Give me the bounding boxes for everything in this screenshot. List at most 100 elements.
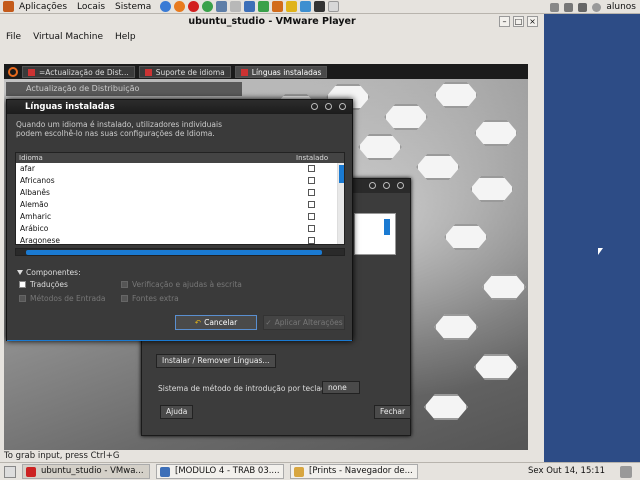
checkbox-label: Fontes extra <box>132 294 179 303</box>
editor-icon[interactable] <box>328 1 340 12</box>
user-name[interactable]: alunos <box>606 2 636 12</box>
close-icon[interactable] <box>339 103 346 110</box>
install-remove-languages-button[interactable]: Instalar / Remover Línguas... <box>156 354 276 368</box>
maximize-icon[interactable] <box>325 103 332 110</box>
tab-label: Suporte de idioma <box>155 67 225 77</box>
network-disabled-icon[interactable] <box>564 2 574 12</box>
power-icon[interactable] <box>592 2 602 12</box>
help-icon[interactable] <box>160 1 172 12</box>
vmware-icon <box>26 467 36 477</box>
list-scrollbar[interactable] <box>384 219 390 235</box>
cancel-button[interactable]: ↶ Cancelar <box>175 315 257 330</box>
calc-icon[interactable] <box>258 1 270 12</box>
keyboard-icon[interactable] <box>550 2 560 12</box>
minimize-icon[interactable]: – <box>499 16 510 27</box>
close-icon[interactable] <box>397 182 404 189</box>
trash-icon[interactable] <box>620 466 632 478</box>
checkbox-box[interactable] <box>19 295 26 302</box>
installed-checkbox[interactable] <box>308 237 315 244</box>
checkbox-box[interactable] <box>121 295 128 302</box>
minimize-icon[interactable] <box>311 103 318 110</box>
tab-distribution-update[interactable]: =Actualização de Dist... <box>22 65 135 78</box>
wallpaper-hex <box>424 394 468 420</box>
menu-system[interactable]: Sistema <box>110 2 156 12</box>
extra-fonts-checkbox[interactable]: Fontes extra <box>121 294 179 303</box>
scrollbar-thumb[interactable] <box>26 250 322 255</box>
menu-virtual-machine[interactable]: Virtual Machine <box>27 32 109 46</box>
list-item[interactable]: Alemão <box>16 199 338 211</box>
menu-places[interactable]: Locais <box>72 2 110 12</box>
menu-file[interactable]: File <box>0 32 27 46</box>
taskbar-item-modulo4[interactable]: [MODULO 4 - TRAB 03.... <box>156 464 284 479</box>
close-icon[interactable]: × <box>527 16 538 27</box>
installed-checkbox[interactable] <box>308 177 315 184</box>
button-label: Cancelar <box>204 318 238 327</box>
list-item[interactable]: Amharic <box>16 211 338 223</box>
input-method-value: none <box>328 383 347 392</box>
tab-installed-languages[interactable]: Línguas instaladas <box>234 65 328 78</box>
input-methods-checkbox[interactable]: Métodos de Entrada <box>19 294 105 303</box>
foot-menu-icon[interactable] <box>3 1 14 12</box>
translations-checkbox[interactable]: Traduções <box>19 280 68 289</box>
taskbar-item-label: [Prints - Navegador de... <box>309 466 413 476</box>
maximize-icon[interactable] <box>383 182 390 189</box>
folder-icon <box>294 467 304 477</box>
minimize-icon[interactable] <box>369 182 376 189</box>
button-label: Aplicar Alterações <box>274 318 343 327</box>
taskbar-item-prints[interactable]: [Prints - Navegador de... <box>290 464 418 479</box>
components-expander[interactable]: Componentes: <box>17 268 81 277</box>
list-item[interactable]: afar <box>16 163 338 175</box>
list-item[interactable]: Arábico <box>16 223 338 235</box>
installed-checkbox[interactable] <box>308 213 315 220</box>
vmware-status-text: To grab input, press Ctrl+G <box>4 451 120 461</box>
chrome-icon[interactable] <box>202 1 214 12</box>
installed-checkbox[interactable] <box>308 165 315 172</box>
menu-applications[interactable]: Aplicações <box>14 2 72 12</box>
draw-icon[interactable] <box>286 1 298 12</box>
list-item[interactable]: Albanês <box>16 187 338 199</box>
dialog-description: Quando um idioma é instalado, utilizador… <box>16 120 223 138</box>
clock[interactable]: Sex Out 14, 15:11 <box>528 466 605 476</box>
list-item[interactable]: Aragonese <box>16 235 338 244</box>
checkbox-box[interactable] <box>121 281 128 288</box>
writing-aids-checkbox[interactable]: Verificação e ajudas à escrita <box>121 280 242 289</box>
impress-icon[interactable] <box>272 1 284 12</box>
opera-icon[interactable] <box>188 1 200 12</box>
dialog-title[interactable]: Línguas instaladas <box>7 100 352 114</box>
components-label: Componentes: <box>26 268 81 277</box>
menu-help[interactable]: Help <box>109 32 142 46</box>
language-name: Albanês <box>20 188 50 197</box>
wallpaper-hex <box>470 176 514 202</box>
wallpaper-hex <box>482 274 526 300</box>
horizontal-scrollbar[interactable] <box>15 248 345 256</box>
email-icon[interactable] <box>230 1 242 12</box>
column-language[interactable]: Idioma <box>19 153 43 163</box>
ubuntu-logo-icon[interactable] <box>8 66 18 77</box>
installed-checkbox[interactable] <box>308 201 315 208</box>
language-name: afar <box>20 164 35 173</box>
volume-icon[interactable] <box>578 2 588 12</box>
installed-checkbox[interactable] <box>308 189 315 196</box>
checkbox-box[interactable] <box>19 281 26 288</box>
writer-icon[interactable] <box>244 1 256 12</box>
column-installed[interactable]: Instalado <box>296 153 328 163</box>
input-method-select[interactable]: none <box>322 381 360 394</box>
scrollbar-thumb[interactable] <box>339 165 344 183</box>
help-button[interactable]: Ajuda <box>160 405 194 419</box>
list-item[interactable]: Africanos <box>16 175 338 187</box>
show-desktop-icon[interactable] <box>4 465 16 478</box>
maximize-icon[interactable]: □ <box>513 16 524 27</box>
network-icon[interactable] <box>216 1 228 12</box>
terminal-icon[interactable] <box>314 1 326 12</box>
expander-arrow-icon <box>17 270 23 275</box>
close-button[interactable]: Fechar <box>374 405 412 419</box>
vertical-scrollbar[interactable] <box>338 163 344 244</box>
apply-changes-button[interactable]: ✓ Aplicar Alterações <box>263 315 345 330</box>
distribution-update-window-title[interactable]: Actualização de Distribuição <box>6 82 242 96</box>
chart-icon[interactable] <box>300 1 312 12</box>
tab-language-support[interactable]: Suporte de idioma <box>138 65 231 78</box>
guest-screen[interactable]: =Actualização de Dist... Suporte de idio… <box>4 64 528 450</box>
taskbar-item-vmware[interactable]: ubuntu_studio - VMwa... <box>22 464 150 479</box>
firefox-icon[interactable] <box>174 1 186 12</box>
installed-checkbox[interactable] <box>308 225 315 232</box>
